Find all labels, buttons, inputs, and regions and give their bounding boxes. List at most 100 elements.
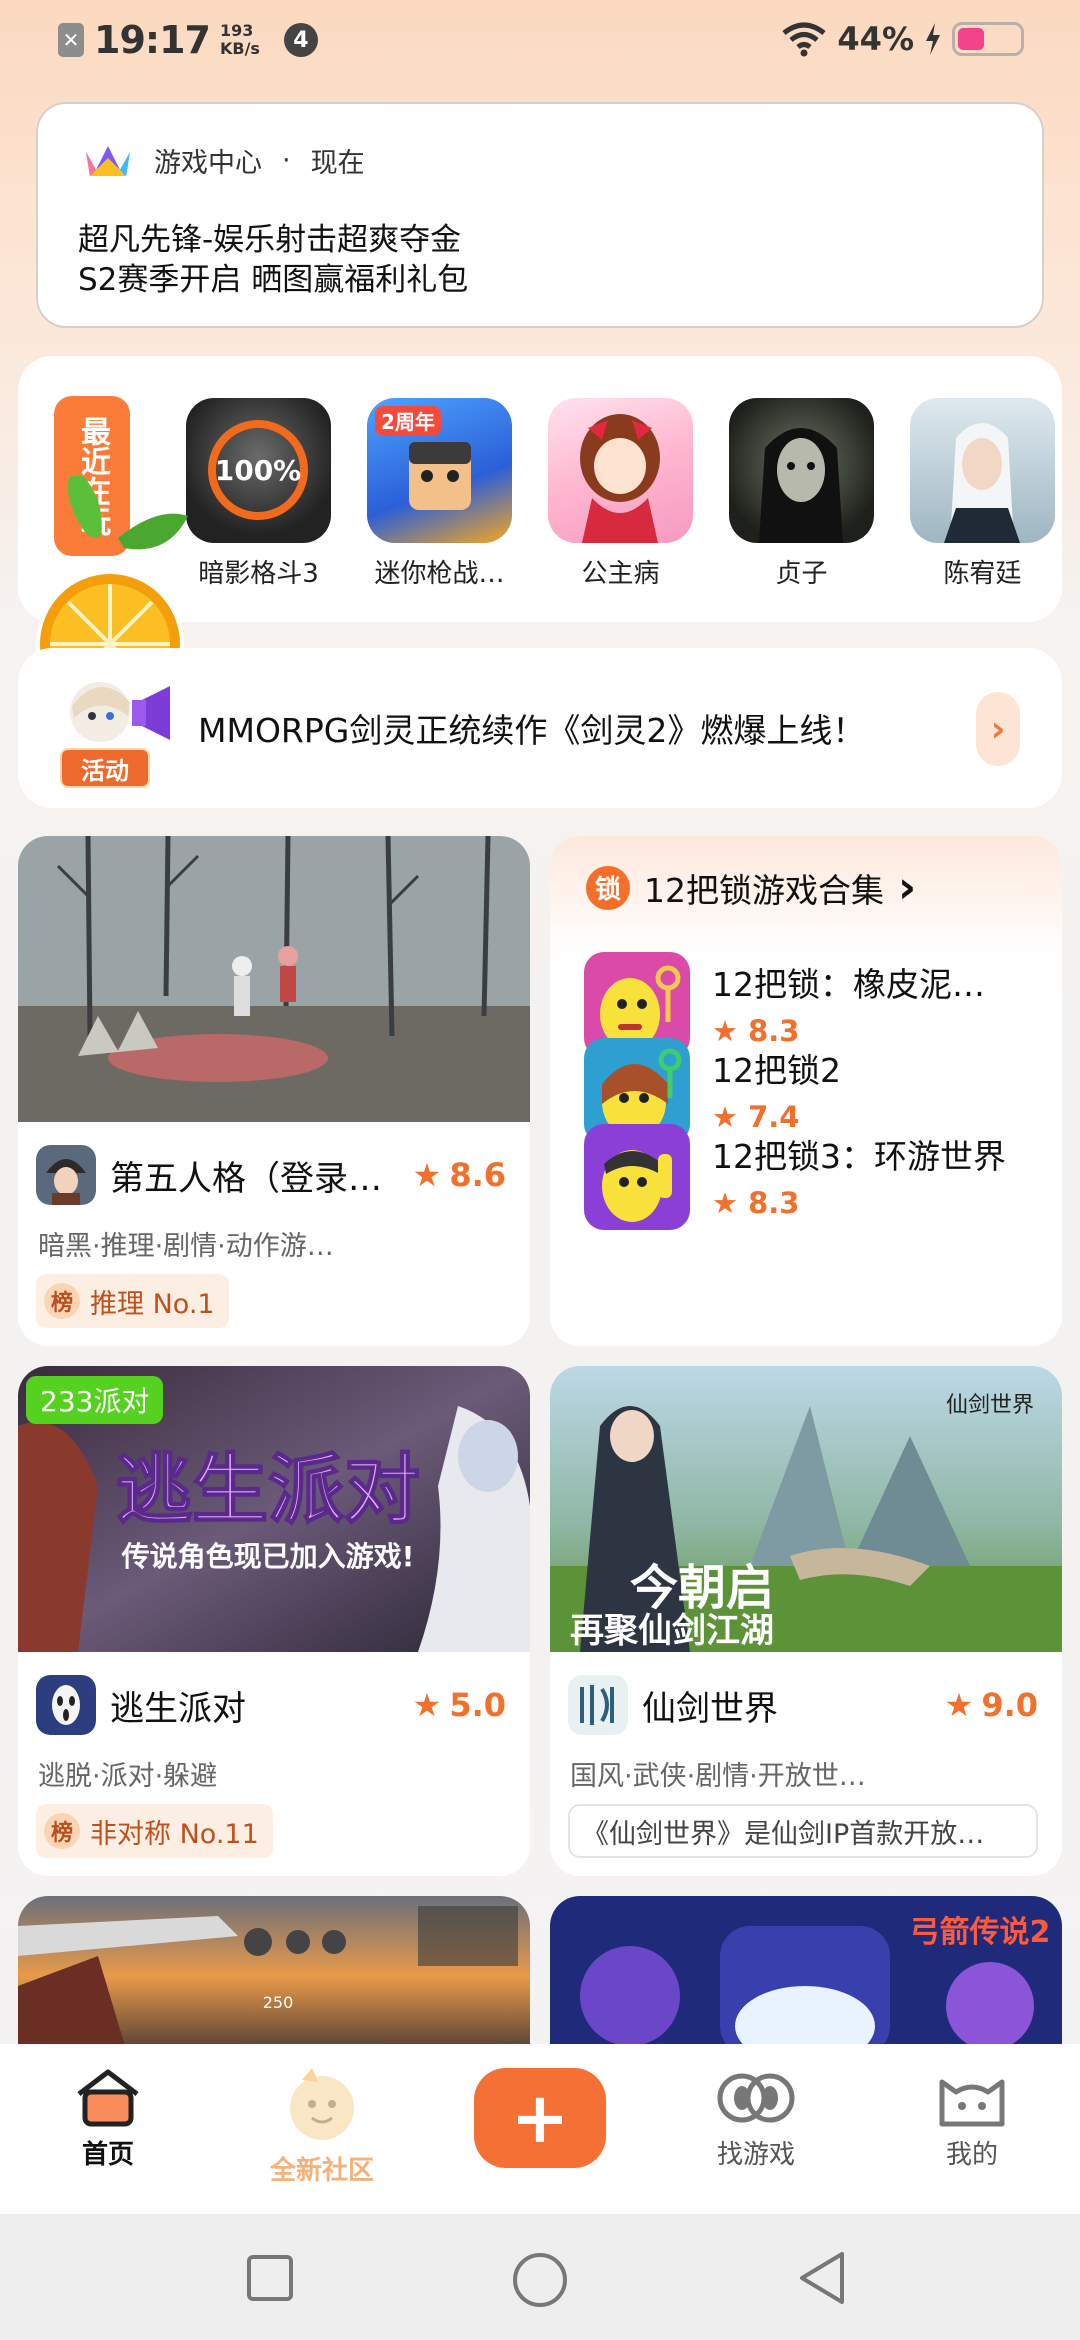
rank-icon: 榜 <box>44 1813 80 1849</box>
recent-game-4[interactable]: 贞子 <box>729 398 874 590</box>
orange-decoration-icon <box>36 476 188 676</box>
game-icon <box>729 398 874 543</box>
game-tags: 逃脱·派对·躲避 <box>38 1761 218 1792</box>
battery-icon <box>952 22 1024 56</box>
game-tags: 暗黑·推理·剧情·动作游… <box>38 1231 334 1262</box>
game-rating: ★ 5.0 <box>412 1686 506 1724</box>
home-circle-icon[interactable] <box>512 2252 568 2308</box>
game-name: 逃生派对 <box>110 1688 246 1729</box>
hud-value: 250 <box>263 1993 294 2012</box>
game-description-chip[interactable]: 《仙剑世界》是仙剑IP首款开放… <box>568 1804 1038 1858</box>
system-navigation-bar <box>0 2214 1080 2340</box>
charging-icon <box>926 23 940 55</box>
game-icon: 2周年 <box>367 398 512 543</box>
banner-title: 今朝启 <box>630 1560 774 1616</box>
chevron-right-icon: › <box>898 862 917 913</box>
collection-title: 12把锁游戏合集 <box>644 870 884 910</box>
collection-game-name: 12把锁3：环游世界 <box>712 1137 1006 1176</box>
game-card-archero[interactable]: 弓箭传说2 <box>550 1896 1062 2056</box>
star-icon: ★ <box>712 1186 738 1220</box>
game-name: 第五人格（登录… <box>110 1158 382 1199</box>
game-icon <box>36 1675 96 1735</box>
game-card-escape-party[interactable]: 逃生派对 传说角色现已加入游戏! 233派对 逃生派对 ★ 5.0 逃脱·派对·躲… <box>18 1366 530 1876</box>
recent-game-2[interactable]: 2周年 迷你枪战… <box>367 398 512 590</box>
game-card-shooter[interactable]: 250 <box>18 1896 530 2056</box>
game-card-xianjian[interactable]: 仙剑世界 今朝启 再聚仙剑江湖 仙剑世界 ★ 9.0 国风·武侠·剧情·开放世… … <box>550 1366 1062 1876</box>
game-icon <box>548 398 693 543</box>
banner-subtitle: 再聚仙剑江湖 <box>570 1611 774 1651</box>
nav-home-label: 首页 <box>81 2140 134 2170</box>
no-sim-icon: ✕ <box>58 23 84 57</box>
recent-game-name: 公主病 <box>581 559 660 589</box>
recent-game-name: 迷你枪战… <box>374 559 505 589</box>
activity-banner[interactable]: 活动 MMORPG剑灵正统续作《剑灵2》燃爆上线！ › <box>18 648 1062 808</box>
collection-game-name: 12把锁：橡皮泥… <box>712 965 985 1004</box>
recent-game-5[interactable]: 陈宥廷 <box>910 398 1055 590</box>
network-speed: 193 KB/s <box>219 21 260 58</box>
game-rating: ★ 8.6 <box>412 1156 506 1194</box>
brand-logo: 弓箭传说2 <box>910 1915 1051 1950</box>
rank-chip[interactable]: 榜 非对称 No.11 <box>36 1804 273 1858</box>
nav-home[interactable]: 首页 <box>38 2068 178 2171</box>
recent-apps-icon[interactable] <box>246 2254 294 2302</box>
clock: 19:17 <box>94 18 211 62</box>
game-banner-image: 弓箭传说2 <box>550 1896 1062 2056</box>
collection-item-3[interactable]: 12把锁3：环游世界 ★ 8.3 <box>584 1124 1034 1230</box>
rank-text: 非对称 No.11 <box>90 1818 259 1850</box>
game-tags: 国风·武侠·剧情·开放世… <box>570 1761 866 1792</box>
brand-logo: 仙剑世界 <box>946 1393 1034 1418</box>
lock-icon: 锁 <box>586 865 630 910</box>
wifi-icon <box>782 22 826 57</box>
collection-card[interactable]: 锁 12把锁游戏合集 › 12把锁：橡皮泥… ★ 8.3 12把锁2 ★ 7.4 <box>550 836 1062 1346</box>
anniversary-badge: 2周年 <box>381 410 435 434</box>
rank-icon: 榜 <box>44 1283 80 1319</box>
collection-game-rating: ★ 8.3 <box>712 1186 800 1220</box>
notification-count-badge: 4 <box>283 23 318 57</box>
notification-app-name: 游戏中心 <box>154 147 262 179</box>
back-triangle-icon[interactable] <box>796 2250 848 2306</box>
status-bar: ✕ 19:17 193 KB/s 4 44% <box>0 0 1080 84</box>
recent-game-name: 陈宥廷 <box>943 559 1022 589</box>
activity-tag: 活动 <box>60 748 150 788</box>
corner-tag: 233派对 <box>26 1376 164 1424</box>
game-icon <box>910 398 1055 543</box>
download-progress: 100% <box>215 454 302 487</box>
game-rating: ★ 9.0 <box>944 1686 1038 1724</box>
activity-text: MMORPG剑灵正统续作《剑灵2》燃爆上线！ <box>198 711 866 750</box>
collection-header[interactable]: 锁 12把锁游戏合集 › <box>586 862 916 913</box>
nav-mine[interactable]: 我的 <box>902 2068 1042 2171</box>
nav-mine-label: 我的 <box>945 2140 998 2170</box>
banner-title: 逃生派对 <box>116 1445 420 1534</box>
push-notification-card[interactable]: 游戏中心 · 现在 超凡先锋-娱乐射击超爽夺金 S2赛季开启 晒图赢福利礼包 <box>36 102 1044 328</box>
rank-chip[interactable]: 榜 推理 No.1 <box>36 1274 229 1328</box>
bottom-navigation: 首页 全新社区 + 找游戏 我的 <box>0 2044 1080 2214</box>
profile-cat-icon <box>939 2079 1005 2127</box>
collection-game-name: 12把锁2 <box>712 1051 841 1090</box>
game-icon <box>584 1124 690 1230</box>
game-icon <box>36 1145 96 1205</box>
notification-line-1: 超凡先锋-娱乐射击超爽夺金 <box>78 222 462 258</box>
game-name: 仙剑世界 <box>642 1688 778 1729</box>
community-mascot-icon <box>290 2068 354 2140</box>
recent-game-name: 贞子 <box>775 559 828 589</box>
chevron-right-icon[interactable]: › <box>976 692 1020 766</box>
game-banner-image: 仙剑世界 今朝启 再聚仙剑江湖 <box>550 1366 1062 1652</box>
nav-community[interactable]: 全新社区 <box>252 2068 392 2187</box>
star-icon: ★ <box>412 1686 442 1724</box>
game-card-identity-v[interactable]: 第五人格（登录… ★ 8.6 暗黑·推理·剧情·动作游… 榜 推理 No.1 <box>18 836 530 1346</box>
rank-text: 推理 No.1 <box>90 1288 215 1320</box>
recent-game-3[interactable]: 公主病 <box>548 398 693 590</box>
add-button[interactable]: + <box>474 2068 606 2168</box>
nav-find-games-label: 找游戏 <box>716 2140 795 2170</box>
nav-find-games[interactable]: 找游戏 <box>686 2068 826 2171</box>
banner-subtitle: 传说角色现已加入游戏! <box>121 1540 415 1573</box>
recent-games-section: 最近在玩 100% 暗影格斗3 2周年 迷你枪战… 公主病 贞子 陈宥廷 <box>18 356 1062 676</box>
notification-separator: · <box>282 144 291 176</box>
game-banner-image: 250 <box>18 1896 530 2056</box>
mascot-avatar-icon <box>70 682 170 742</box>
game-icon <box>568 1675 628 1735</box>
notification-line-2: S2赛季开启 晒图赢福利礼包 <box>78 262 469 298</box>
star-icon: ★ <box>412 1156 442 1194</box>
star-icon: ★ <box>944 1686 974 1724</box>
game-center-crown-icon <box>86 146 130 176</box>
